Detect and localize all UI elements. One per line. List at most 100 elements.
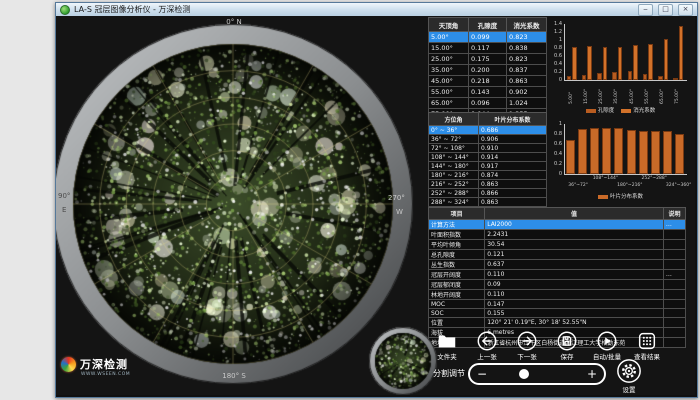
table-row[interactable]: 冠层开阔度0.110… <box>429 270 686 280</box>
cell: 0.110 <box>485 290 664 300</box>
table-row[interactable]: 15.00°0.1170.838 <box>429 43 547 54</box>
chart-legend: 叶片分布系数 <box>546 192 695 200</box>
bar <box>627 130 636 174</box>
cell <box>663 300 685 309</box>
next-image-button[interactable]: 下一张 <box>507 330 547 361</box>
table-row[interactable]: 0° ~ 36°0.686 <box>429 126 547 135</box>
cell: 0.117 <box>469 43 507 54</box>
cell: 0.686 <box>479 126 547 135</box>
table-row[interactable]: 冠层郁闭度0.09 <box>429 280 686 290</box>
auto-batch-button[interactable]: 自动/批量 <box>587 330 627 361</box>
brand-subtitle: WWW.WSEEN.COM <box>81 372 130 377</box>
cell: 288° ~ 324° <box>429 198 479 207</box>
save-icon <box>556 330 578 352</box>
table-row[interactable]: 288° ~ 324°0.863 <box>429 198 547 207</box>
brand-name: 万深检测 <box>80 356 128 372</box>
app-icon <box>60 5 70 15</box>
cell: 0.096 <box>469 98 507 109</box>
cell: 0.902 <box>507 87 547 98</box>
table-row[interactable]: 25.00°0.1750.823 <box>429 54 547 65</box>
cell: 108° ~ 144° <box>429 153 479 162</box>
cell: 0.155 <box>485 309 664 318</box>
cell: 5.00° <box>429 32 469 43</box>
legend-item: 叶片分布系数 <box>598 192 643 200</box>
play-icon <box>596 330 618 352</box>
cell: 30.54 <box>485 240 664 250</box>
slider-plus-button[interactable]: + <box>587 367 597 381</box>
cell: 0.147 <box>485 300 664 309</box>
cell: 25.00° <box>429 54 469 65</box>
segmentation-slider[interactable]: − + <box>468 363 606 385</box>
leaf-distribution-chart: 00.20.40.60.81108°~144°252°~288°36°~72°1… <box>546 118 695 210</box>
table-row[interactable]: 180° ~ 216°0.874 <box>429 171 547 180</box>
cell: 15.00° <box>429 43 469 54</box>
view-results-button[interactable]: 查看结果 <box>627 330 667 361</box>
table-row[interactable]: SOC0.155 <box>429 309 686 318</box>
slider-handle[interactable] <box>519 369 529 379</box>
cell: 总孔隙度 <box>429 250 485 260</box>
cell: 216° ~ 252° <box>429 180 479 189</box>
axis-tick-label: 15.00° <box>584 82 589 104</box>
previous-image-button[interactable]: 上一张 <box>467 330 507 361</box>
table-row[interactable]: 144° ~ 180°0.917 <box>429 162 547 171</box>
segmentation-slider-label: 分割调节 <box>433 368 465 379</box>
slider-minus-button[interactable]: − <box>477 367 487 381</box>
table-row[interactable]: 计算方法LAI2000… <box>429 220 686 230</box>
cell: 72° ~ 108° <box>429 144 479 153</box>
bar <box>648 44 653 80</box>
table-row[interactable]: 丛生指数0.637 <box>429 260 686 270</box>
arrow-right-icon <box>516 330 538 352</box>
table-row[interactable]: 位置120° 21' 0.19"E, 30° 18' 52.55"N <box>429 318 686 328</box>
table-row[interactable]: 平均叶倾角30.54 <box>429 240 686 250</box>
gear-icon <box>616 358 642 384</box>
table-row[interactable]: 35.00°0.2000.837 <box>429 65 547 76</box>
axis-tick-label: 65.00° <box>660 82 665 104</box>
table-row[interactable]: 55.00°0.1430.902 <box>429 87 547 98</box>
title-bar[interactable]: LA-S 冠层图像分析仪 - 万深检测 ‒ □ × <box>56 3 697 16</box>
axis-tick-label: 75.00° <box>675 82 680 104</box>
client-area: 0° N 90° E 270° W 180° S 天顶角孔隙度消光系数5.00°… <box>56 16 695 395</box>
axis-tick-label: 45.00° <box>630 82 635 104</box>
close-button[interactable]: × <box>678 4 693 16</box>
table-row[interactable]: 65.00°0.0961.024 <box>429 98 547 109</box>
porosity-extinction-chart: 00.20.40.60.811.21.45.00°15.00°25.00°35.… <box>546 18 695 118</box>
table-row[interactable]: 108° ~ 144°0.914 <box>429 153 547 162</box>
cell: LAI2000 <box>485 220 664 230</box>
cell: MOC <box>429 300 485 309</box>
bar <box>566 140 575 174</box>
save-button[interactable]: 保存 <box>547 330 587 361</box>
axis-tick-label: 35.00° <box>614 82 619 104</box>
maximize-button[interactable]: □ <box>658 4 673 16</box>
table-row[interactable]: 5.00°0.0990.823 <box>429 32 547 43</box>
plot-area <box>564 24 687 81</box>
compass-north-label: 0° N <box>216 18 252 26</box>
bar <box>664 39 669 80</box>
table-row[interactable]: 72° ~ 108°0.910 <box>429 144 547 153</box>
previous-button-label: 上一张 <box>477 353 497 361</box>
axis-tick-label: 1 <box>547 121 562 127</box>
table-row[interactable]: 总孔隙度0.121 <box>429 250 686 260</box>
bar <box>590 128 599 174</box>
table-row[interactable]: 45.00°0.2180.863 <box>429 76 547 87</box>
legend-item: 孔隙度 <box>586 106 615 114</box>
legend-item: 消光系数 <box>621 106 655 114</box>
cell: 叶面积指数 <box>429 230 485 240</box>
table-row[interactable]: 216° ~ 252°0.863 <box>429 180 547 189</box>
compass-south-label: 180° S <box>212 372 256 380</box>
compass-west-deg-label: 270° <box>388 194 405 202</box>
next-button-label: 下一张 <box>517 353 537 361</box>
column-header: 方位角 <box>429 113 479 126</box>
table-row[interactable]: 252° ~ 288°0.866 <box>429 189 547 198</box>
bar <box>675 134 684 174</box>
minimize-button[interactable]: ‒ <box>638 4 653 16</box>
table-row[interactable]: 36° ~ 72°0.906 <box>429 135 547 144</box>
table-row[interactable]: 林地开阔度0.110 <box>429 290 686 300</box>
cell: 0° ~ 36° <box>429 126 479 135</box>
bar <box>679 26 684 80</box>
table-row[interactable]: 叶面积指数2.2431 <box>429 230 686 240</box>
cell <box>663 230 685 240</box>
table-row[interactable]: MOC0.147 <box>429 300 686 309</box>
folder-button[interactable]: 文件夹 <box>427 330 467 361</box>
settings-button[interactable]: 设置 <box>612 358 646 394</box>
bar <box>602 128 611 174</box>
